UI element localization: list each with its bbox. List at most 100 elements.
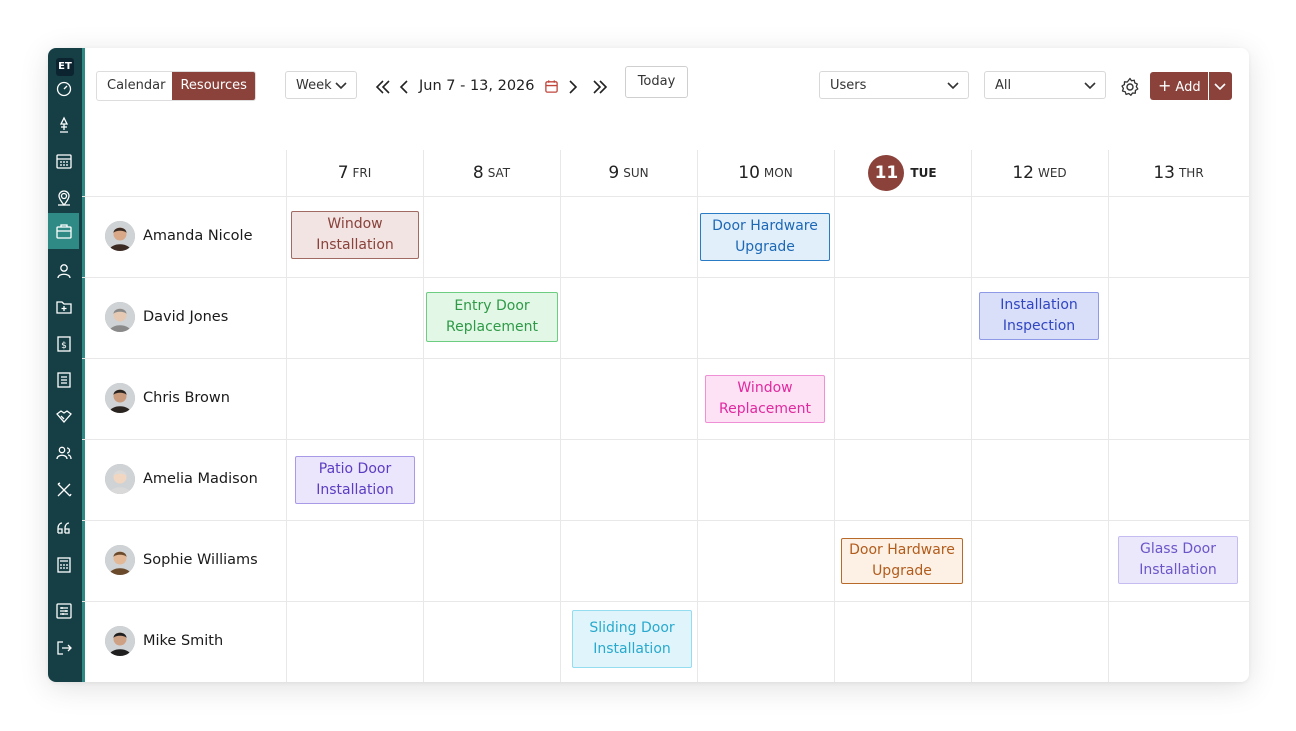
event-block[interactable]: Window Installation xyxy=(291,211,419,259)
day-number: 10 xyxy=(738,163,760,183)
sidebar-item-quote[interactable] xyxy=(48,513,79,543)
sidebar-item-user[interactable] xyxy=(48,256,79,286)
day-of-week: SAT xyxy=(487,166,511,180)
calendar-icon[interactable] xyxy=(544,79,559,94)
resource-row-header[interactable]: Chris Brown xyxy=(105,383,230,413)
sidebar-item-briefcase[interactable] xyxy=(48,213,79,249)
double-chevron-left-icon[interactable] xyxy=(374,78,392,96)
day-number: 8 xyxy=(472,163,484,183)
sidebar-item-invoice[interactable]: $ xyxy=(48,329,79,359)
event-block[interactable]: Door Hardware Upgrade xyxy=(700,213,830,261)
resource-row-header[interactable]: David Jones xyxy=(105,302,228,332)
filter-select-value: All xyxy=(995,78,1012,93)
event-title: Patio Door Installation xyxy=(316,461,394,498)
add-dropdown-button[interactable] xyxy=(1209,72,1232,100)
resource-name: Sophie Williams xyxy=(143,552,258,568)
chevron-right-icon[interactable] xyxy=(564,78,582,96)
range-select-value: Week xyxy=(296,78,332,93)
avatar xyxy=(105,626,135,656)
sidebar-item-document[interactable] xyxy=(48,365,79,395)
filter-select[interactable]: All xyxy=(984,71,1106,99)
sidebar-item-settings-sliders[interactable] xyxy=(48,596,79,626)
grid-row-divider xyxy=(82,520,1249,521)
sidebar-item-lamp[interactable] xyxy=(48,110,79,140)
day-of-week: FRI xyxy=(352,166,372,180)
sidebar-item-map-pin[interactable] xyxy=(48,183,79,213)
resource-name: Amelia Madison xyxy=(143,471,258,487)
chevron-left-icon[interactable] xyxy=(395,78,413,96)
day-header[interactable]: 13 THR xyxy=(1108,150,1249,196)
event-title: Sliding Door Installation xyxy=(589,620,675,657)
logout-icon xyxy=(56,641,72,655)
add-button[interactable]: + Add xyxy=(1150,72,1208,100)
sidebar-item-calculator[interactable] xyxy=(48,550,79,580)
grid-row-divider xyxy=(82,601,1249,602)
event-block[interactable]: Door Hardware Upgrade xyxy=(841,538,963,584)
folder-icon xyxy=(55,301,72,314)
tab-resources[interactable]: Resources xyxy=(172,72,255,100)
event-block[interactable]: Installation Inspection xyxy=(979,292,1099,340)
sidebar-item-logout[interactable] xyxy=(48,633,79,663)
day-of-week: WED xyxy=(1037,166,1067,180)
sidebar-item-tools[interactable] xyxy=(48,475,79,505)
day-header[interactable]: 9 SUN xyxy=(560,150,697,196)
resource-row-header[interactable]: Mike Smith xyxy=(105,626,223,656)
event-title: Door Hardware Upgrade xyxy=(849,542,955,579)
event-block[interactable]: Window Replacement xyxy=(705,375,825,423)
briefcase-icon xyxy=(55,224,72,239)
dashboard-icon xyxy=(56,81,71,97)
resource-row-header[interactable]: Sophie Williams xyxy=(105,545,258,575)
sidebar-item-users[interactable] xyxy=(48,438,79,468)
grid-column-divider xyxy=(560,150,561,682)
grid-row-divider xyxy=(82,439,1249,440)
event-title: Installation Inspection xyxy=(1000,297,1078,334)
event-block[interactable]: Glass Door Installation xyxy=(1118,536,1238,584)
day-of-week: MON xyxy=(763,166,793,180)
sidebar-item-calendar[interactable] xyxy=(48,146,79,176)
users-select[interactable]: Users xyxy=(819,71,969,99)
resource-name: Amanda Nicole xyxy=(143,228,253,244)
sidebar-item-dashboard[interactable] xyxy=(48,73,79,103)
resource-row-header[interactable]: Amanda Nicole xyxy=(105,221,253,251)
grid-column-divider xyxy=(423,150,424,682)
day-header[interactable]: 8 SAT xyxy=(423,150,560,196)
chevron-down-icon xyxy=(1214,83,1226,91)
day-number: 12 xyxy=(1012,163,1034,183)
sidebar-item-handshake[interactable] xyxy=(48,401,79,431)
today-button[interactable]: Today xyxy=(625,66,688,98)
quote-icon xyxy=(56,522,70,534)
users-icon xyxy=(55,446,72,460)
range-select[interactable]: Week xyxy=(285,71,357,99)
gear-icon[interactable] xyxy=(1120,77,1140,97)
avatar xyxy=(105,302,135,332)
grid-column-divider xyxy=(834,150,835,682)
day-number: 9 xyxy=(608,163,620,183)
map-pin-icon xyxy=(57,190,70,207)
event-title: Door Hardware Upgrade xyxy=(712,218,818,255)
day-header[interactable]: 11 TUE xyxy=(834,150,971,196)
grid-row-divider xyxy=(82,196,1249,197)
event-title: Window Installation xyxy=(316,216,394,253)
grid-column-divider xyxy=(1108,150,1109,682)
grid-column-divider xyxy=(971,150,972,682)
resource-row-header[interactable]: Amelia Madison xyxy=(105,464,258,494)
svg-text:$: $ xyxy=(61,341,67,351)
event-block[interactable]: Entry Door Replacement xyxy=(426,292,558,342)
event-title: Window Replacement xyxy=(719,380,811,417)
chevron-down-icon xyxy=(947,82,959,90)
day-header[interactable]: 10 MON xyxy=(697,150,834,196)
resource-name: Mike Smith xyxy=(143,633,224,649)
event-title: Glass Door Installation xyxy=(1139,541,1217,578)
calculator-icon xyxy=(56,557,71,573)
tab-calendar[interactable]: Calendar xyxy=(97,72,172,100)
settings-sliders-icon xyxy=(55,603,72,619)
event-block[interactable]: Patio Door Installation xyxy=(295,456,415,504)
day-header[interactable]: 7 FRI xyxy=(286,150,423,196)
day-header[interactable]: 12 WED xyxy=(971,150,1108,196)
chevron-down-icon xyxy=(335,82,347,90)
double-chevron-right-icon[interactable] xyxy=(591,78,609,96)
lamp-icon xyxy=(59,116,68,133)
sidebar-item-folder[interactable] xyxy=(48,292,79,322)
event-block[interactable]: Sliding Door Installation xyxy=(572,610,692,668)
calendar-icon xyxy=(55,154,72,169)
